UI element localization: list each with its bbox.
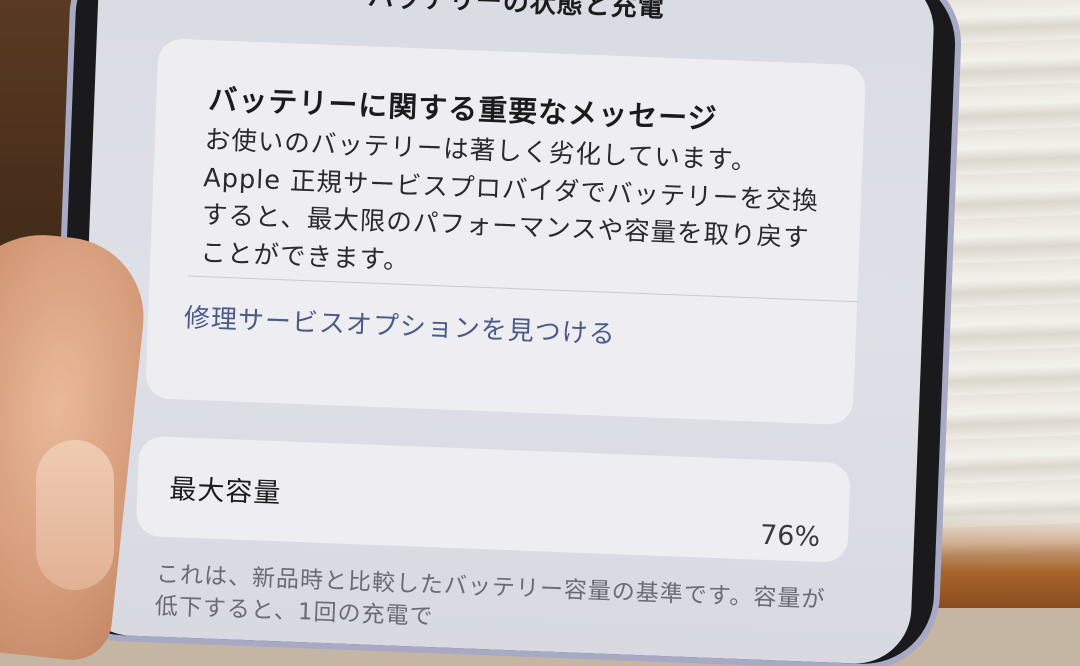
find-repair-options-link[interactable]: 修理サービスオプションを見つける	[183, 297, 616, 351]
phone-screen: バッテリーの状態と充電 バッテリーに関する重要なメッセージ お使いのバッテリーは…	[73, 0, 936, 666]
maximum-capacity-value: 76%	[759, 519, 821, 554]
page-title: バッテリーの状態と充電	[367, 0, 666, 24]
maximum-capacity-label: 最大容量	[168, 474, 282, 510]
background-table	[930, 518, 1080, 608]
phone-body: バッテリーの状態と充電 バッテリーに関する重要なメッセージ お使いのバッテリーは…	[51, 0, 958, 666]
maximum-capacity-card: 最大容量 76%	[135, 435, 851, 564]
capacity-footnote: これは、新品時と比較したバッテリー容量の基準です。容量が低下すると、1回の充電で	[154, 561, 826, 631]
battery-message-card: バッテリーに関する重要なメッセージ お使いのバッテリーは著しく劣化しています。 …	[144, 38, 867, 426]
thumbnail	[36, 440, 114, 590]
message-body: お使いのバッテリーは著しく劣化しています。 Apple 正規サービスプロバイダで…	[200, 122, 845, 296]
